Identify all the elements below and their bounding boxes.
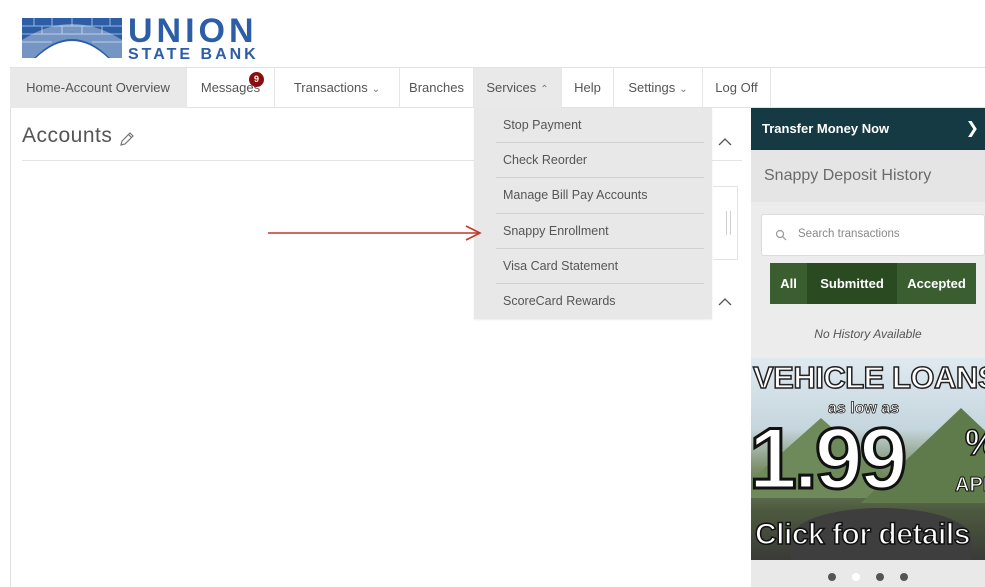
history-filter-group: All Submitted Accepted bbox=[770, 263, 976, 304]
nav-transactions-label: Transactions bbox=[293, 80, 368, 95]
carousel-dot-4[interactable] bbox=[900, 573, 908, 581]
filter-submitted-button[interactable]: Submitted bbox=[807, 263, 897, 304]
ad-call-to-action: Click for details bbox=[754, 517, 971, 552]
nav-help[interactable]: Help bbox=[562, 68, 614, 108]
menu-item-check-reorder[interactable]: Check Reorder bbox=[496, 143, 704, 179]
nav-messages[interactable]: Messages 9 bbox=[187, 68, 275, 108]
nav-settings-label: Settings bbox=[628, 80, 676, 95]
content-left-border bbox=[10, 108, 11, 587]
menu-item-visa-card-statement[interactable]: Visa Card Statement bbox=[496, 249, 704, 284]
nav-services[interactable]: Services ⌃ bbox=[474, 68, 562, 108]
nav-home[interactable]: Home-Account Overview bbox=[10, 68, 187, 108]
nav-branches-label: Branches bbox=[409, 80, 464, 95]
collapse-accounts-chevron-up-icon[interactable] bbox=[715, 134, 735, 150]
menu-item-snappy-enrollment[interactable]: Snappy Enrollment bbox=[496, 214, 704, 249]
main-nav: Home-Account Overview Messages 9 Transac… bbox=[10, 67, 985, 108]
nav-help-label: Help bbox=[574, 80, 601, 95]
accounts-title: Accounts bbox=[22, 124, 113, 147]
search-transactions-input[interactable]: Search transactions bbox=[761, 214, 985, 256]
search-icon bbox=[775, 229, 787, 241]
nav-services-label: Services bbox=[486, 80, 537, 95]
carousel-dots bbox=[751, 560, 985, 587]
pencil-icon[interactable] bbox=[118, 130, 136, 148]
vehicle-loan-ad-banner[interactable]: VEHICLE LOANS as low as 1.99 % APR Click… bbox=[751, 358, 985, 560]
red-arrow-annotation-icon bbox=[268, 225, 482, 241]
snappy-deposit-header: Snappy Deposit History bbox=[751, 150, 985, 202]
empty-history-message: No History Available bbox=[814, 327, 922, 341]
nav-branches[interactable]: Branches bbox=[400, 68, 474, 108]
bridge-logo-icon bbox=[22, 18, 122, 58]
nav-home-label: Home-Account Overview bbox=[26, 80, 170, 95]
snappy-deposit-title: Snappy Deposit History bbox=[764, 167, 932, 184]
transfer-money-now-button[interactable]: Transfer Money Now ❯ bbox=[751, 108, 985, 150]
ad-rate: 1.99 bbox=[751, 411, 909, 507]
messages-count-badge: 9 bbox=[249, 72, 264, 87]
chevron-down-icon: ⌄ bbox=[371, 84, 381, 95]
carousel-dot-3[interactable] bbox=[876, 573, 884, 581]
ad-headline: VEHICLE LOANS bbox=[752, 359, 985, 396]
transfer-money-label: Transfer Money Now bbox=[762, 121, 890, 136]
menu-item-stop-payment[interactable]: Stop Payment bbox=[496, 108, 704, 144]
filter-all-button[interactable]: All bbox=[770, 263, 807, 304]
snappy-history-panel: Search transactions All Submitted Accept… bbox=[751, 202, 985, 358]
logo-text-union: UNION bbox=[128, 12, 258, 50]
carousel-dot-2[interactable] bbox=[852, 573, 860, 581]
services-dropdown-menu: Stop Payment Check Reorder Manage Bill P… bbox=[474, 108, 712, 319]
chevron-up-icon: ⌃ bbox=[540, 84, 549, 95]
ad-percent-sign: % bbox=[964, 421, 985, 464]
nav-log-off-label: Log Off bbox=[715, 80, 758, 95]
nav-settings[interactable]: Settings ⌄ bbox=[614, 68, 703, 108]
nav-log-off[interactable]: Log Off bbox=[703, 68, 771, 108]
scroll-handle[interactable] bbox=[713, 186, 738, 260]
bank-logo[interactable]: UNION STATE BANK bbox=[22, 10, 292, 63]
chevron-right-icon: ❯ bbox=[965, 120, 979, 137]
collapse-section-chevron-up-icon[interactable] bbox=[715, 294, 735, 310]
nav-transactions[interactable]: Transactions ⌄ bbox=[275, 68, 400, 108]
filter-accepted-button[interactable]: Accepted bbox=[897, 263, 976, 304]
menu-item-scorecard-rewards[interactable]: ScoreCard Rewards bbox=[496, 284, 704, 319]
ad-apr-label: APR bbox=[954, 474, 985, 497]
chevron-down-icon: ⌄ bbox=[679, 84, 688, 95]
menu-item-manage-bill-pay[interactable]: Manage Bill Pay Accounts bbox=[496, 178, 704, 214]
carousel-dot-1[interactable] bbox=[828, 573, 836, 581]
logo-text-state-bank: STATE BANK bbox=[128, 46, 259, 62]
search-placeholder: Search transactions bbox=[798, 228, 900, 240]
